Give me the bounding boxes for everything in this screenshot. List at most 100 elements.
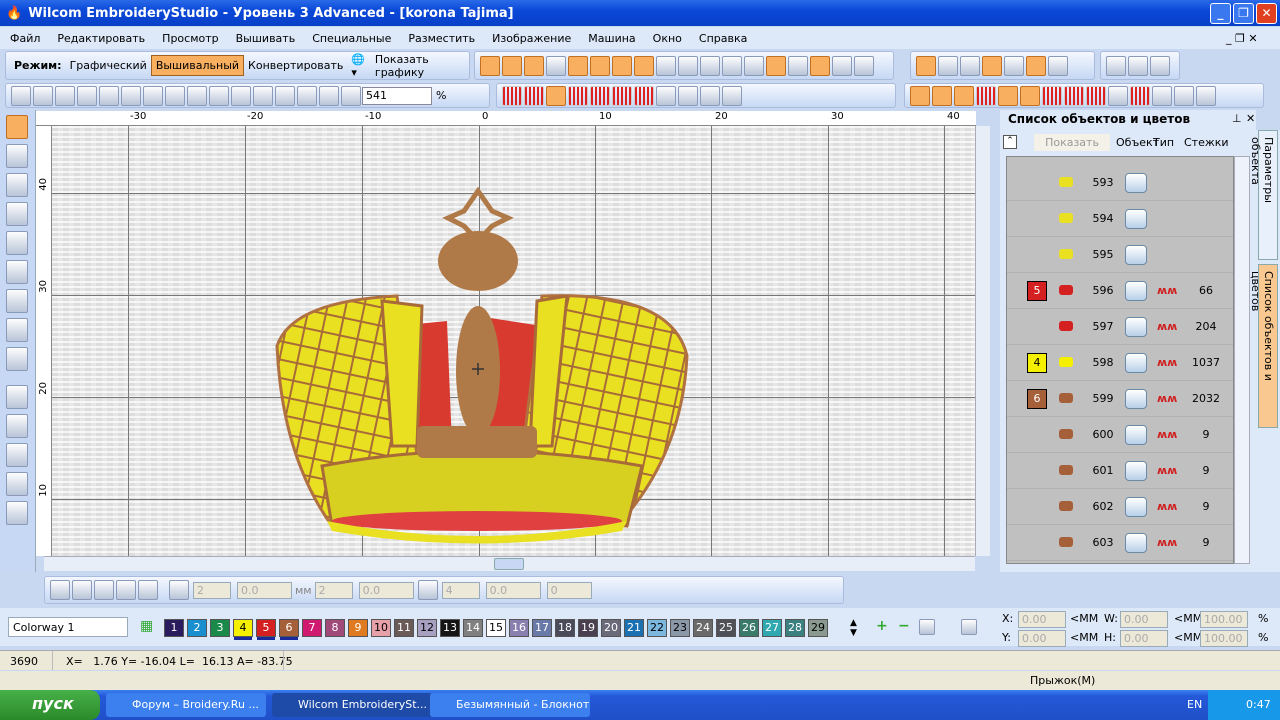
- field-1[interactable]: 2: [193, 581, 231, 599]
- maximize-button[interactable]: ❐: [1233, 3, 1254, 24]
- paste-icon[interactable]: [253, 85, 273, 106]
- stitch-type-icon[interactable]: [634, 85, 654, 106]
- menu-machine[interactable]: Машина: [588, 32, 635, 45]
- horizontal-scrollbar[interactable]: [44, 556, 975, 571]
- pen-icon[interactable]: [6, 173, 28, 197]
- column-tool-icon[interactable]: [590, 55, 610, 76]
- palette-color-14[interactable]: 14: [463, 619, 483, 637]
- convert-button[interactable]: Конвертировать: [244, 56, 347, 75]
- funnel-icon[interactable]: [1004, 55, 1024, 76]
- fill-tool-icon[interactable]: [480, 55, 500, 76]
- star-icon[interactable]: [6, 318, 28, 342]
- select-icon[interactable]: [916, 55, 936, 76]
- mirror-icon[interactable]: [656, 85, 676, 106]
- stitch-type-icon[interactable]: [546, 85, 566, 106]
- color-block-badge[interactable]: 6: [1027, 389, 1047, 409]
- stitch-type-icon[interactable]: [568, 85, 588, 106]
- menu-arrange[interactable]: Разместить: [408, 32, 475, 45]
- task-notepad[interactable]: Безымянный - Блокнот: [430, 693, 590, 717]
- object-row[interactable]: 594: [1007, 201, 1233, 237]
- palette-color-20[interactable]: 20: [601, 619, 621, 637]
- export-file-icon[interactable]: [99, 85, 119, 106]
- column-stitches[interactable]: Стежки: [1184, 136, 1229, 149]
- menu-edit[interactable]: Редактировать: [57, 32, 145, 45]
- grid2-icon[interactable]: [634, 55, 654, 76]
- shape-icon[interactable]: [94, 580, 114, 600]
- cut-icon[interactable]: [209, 85, 229, 106]
- color-block-badge[interactable]: 4: [1027, 353, 1047, 373]
- tool-icon[interactable]: [722, 55, 742, 76]
- palette-color-4[interactable]: 4: [233, 619, 253, 637]
- language-indicator[interactable]: EN: [1187, 698, 1202, 711]
- close-button[interactable]: ✕: [1256, 3, 1277, 24]
- minimize-button[interactable]: _: [1210, 3, 1231, 24]
- w-field[interactable]: 0.00: [1120, 611, 1168, 628]
- hoop-view-icon[interactable]: [6, 414, 28, 438]
- menu-window[interactable]: Окно: [653, 32, 682, 45]
- check-icon[interactable]: [960, 55, 980, 76]
- object-row[interactable]: 4 598 ʍʍ 1037: [1007, 345, 1233, 381]
- crosshair-icon[interactable]: [6, 472, 28, 496]
- palette-color-1[interactable]: 1: [164, 619, 184, 637]
- reshape-icon[interactable]: [6, 144, 28, 168]
- save-icon[interactable]: [55, 85, 75, 106]
- redo-icon[interactable]: [297, 85, 317, 106]
- effect-icon[interactable]: [1196, 85, 1216, 106]
- stitch-view-icon[interactable]: [6, 385, 28, 409]
- effect-icon[interactable]: [1020, 85, 1040, 106]
- outline-tool-icon[interactable]: [524, 55, 544, 76]
- object-row[interactable]: 602 ʍʍ 9: [1007, 489, 1233, 525]
- field-7[interactable]: 0: [546, 581, 592, 599]
- design-canvas[interactable]: [52, 126, 975, 556]
- pin-icon[interactable]: ⊥: [1232, 112, 1242, 125]
- no-color-icon[interactable]: [960, 619, 977, 635]
- colorway-icon[interactable]: ▦: [140, 618, 153, 634]
- 3d-icon[interactable]: [1174, 85, 1194, 106]
- palette-color-15[interactable]: 15: [486, 619, 506, 637]
- y-field[interactable]: 0.00: [1018, 630, 1066, 647]
- field-4[interactable]: 0.0: [358, 581, 414, 599]
- palette-color-25[interactable]: 25: [716, 619, 736, 637]
- remove-color-icon[interactable]: −: [898, 618, 910, 634]
- copy-icon[interactable]: [231, 85, 251, 106]
- palette-icon[interactable]: [700, 55, 720, 76]
- doc-window-controls[interactable]: _ ❐ ✕: [1226, 32, 1258, 45]
- node-icon[interactable]: [6, 260, 28, 284]
- effect-icon[interactable]: [998, 85, 1018, 106]
- rectangle-icon[interactable]: [138, 580, 158, 600]
- effect-icon[interactable]: [932, 85, 952, 106]
- select-arrow-icon[interactable]: [6, 115, 28, 139]
- hoop-icon[interactable]: [187, 85, 207, 106]
- palette-color-5[interactable]: 5: [256, 619, 276, 637]
- tab-object-properties[interactable]: Параметры объекта: [1249, 130, 1278, 260]
- zoom-1to1-icon[interactable]: [319, 85, 339, 106]
- trim-icon[interactable]: [982, 55, 1002, 76]
- palette-color-2[interactable]: 2: [187, 619, 207, 637]
- effect-icon[interactable]: [910, 85, 930, 106]
- effect-icon[interactable]: [1042, 85, 1062, 106]
- palette-color-16[interactable]: 16: [509, 619, 529, 637]
- menu-image[interactable]: Изображение: [492, 32, 571, 45]
- palette-color-17[interactable]: 17: [532, 619, 552, 637]
- palette-color-24[interactable]: 24: [693, 619, 713, 637]
- undo-icon[interactable]: [275, 85, 295, 106]
- field-5[interactable]: 4: [441, 581, 480, 599]
- palette-color-6[interactable]: 6: [279, 619, 299, 637]
- stitch-icon[interactable]: [788, 55, 808, 76]
- palette-color-19[interactable]: 19: [578, 619, 598, 637]
- scale-x-field[interactable]: 100.00: [1200, 611, 1248, 628]
- object-row[interactable]: 597 ʍʍ 204: [1007, 309, 1233, 345]
- doc-icon[interactable]: [1128, 55, 1148, 76]
- effect-icon[interactable]: [1086, 85, 1106, 106]
- object-row[interactable]: 603 ʍʍ 9: [1007, 525, 1233, 561]
- zoom-icon[interactable]: [341, 85, 361, 106]
- start-button[interactable]: пуск: [0, 690, 100, 720]
- globe-icon[interactable]: 🌐▾: [347, 50, 371, 82]
- palette-color-23[interactable]: 23: [670, 619, 690, 637]
- magnet-icon[interactable]: [6, 347, 28, 371]
- palette-color-27[interactable]: 27: [762, 619, 782, 637]
- stitch-type-icon[interactable]: [612, 85, 632, 106]
- palette-color-12[interactable]: 12: [417, 619, 437, 637]
- vertical-scrollbar[interactable]: [975, 126, 990, 556]
- column-type[interactable]: Тип: [1153, 136, 1174, 149]
